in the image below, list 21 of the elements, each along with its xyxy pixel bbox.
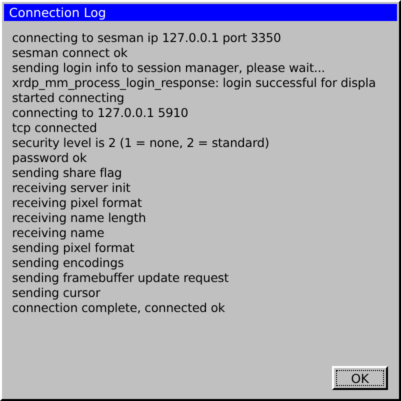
log-line: receiving pixel format bbox=[12, 196, 143, 211]
log-line: connection complete, connected ok bbox=[12, 301, 226, 316]
log-line: sending framebuffer update request bbox=[12, 271, 230, 286]
log-line: security level is 2 (1 = none, 2 = standard) bbox=[12, 136, 270, 151]
log-line: sending login info to session manager, please wait... bbox=[12, 61, 326, 76]
window-title: Connection Log bbox=[4, 4, 397, 21]
log-line: sesman connect ok bbox=[12, 46, 129, 61]
log-line: sending encodings bbox=[12, 256, 125, 271]
log-line: receiving name bbox=[12, 226, 106, 241]
log-line: receiving name length bbox=[12, 211, 147, 226]
log-line: connecting to sesman ip 127.0.0.1 port 3350 bbox=[12, 31, 282, 46]
log-line: sending share flag bbox=[12, 166, 123, 181]
log-line: receiving server init bbox=[12, 181, 132, 196]
log-line: tcp connected bbox=[12, 121, 98, 136]
log-line: started connecting bbox=[12, 91, 126, 106]
log-line: connecting to 127.0.0.1 5910 bbox=[12, 106, 190, 121]
ok-button[interactable]: OK bbox=[332, 366, 388, 390]
log-line: sending cursor bbox=[12, 286, 102, 301]
log-line: xrdp_mm_process_login_response: login successful for displa bbox=[12, 76, 377, 91]
log-line: sending pixel format bbox=[12, 241, 136, 256]
log-line: password ok bbox=[12, 151, 88, 166]
